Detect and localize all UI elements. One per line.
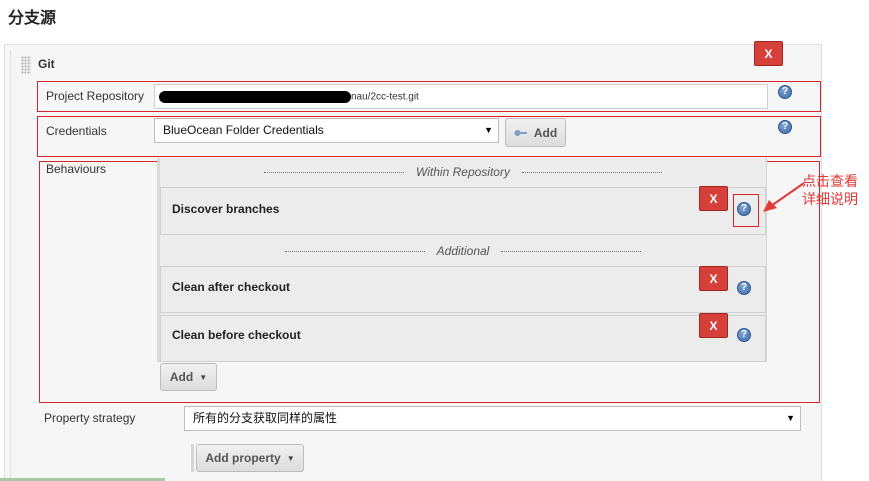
dropdown-arrow-icon: ▼ [786, 413, 795, 423]
behaviours-label: Behaviours [46, 162, 107, 176]
chevron-down-icon: ▼ [286, 453, 295, 463]
panel-divider [10, 50, 11, 481]
credentials-label: Credentials [46, 124, 107, 138]
behaviour-item: Discover branches [160, 187, 766, 235]
add-behaviour-button[interactable]: Add ▼ [160, 363, 217, 391]
credentials-selected-value: BlueOcean Folder Credentials [163, 123, 324, 137]
help-icon[interactable]: ? [778, 120, 792, 134]
page-title: 分支源 [8, 10, 57, 27]
annotation-text: 点击查看 详细说明 [802, 173, 858, 207]
source-type-label: Git [38, 57, 55, 71]
add-property-button[interactable]: Add property ▼ [196, 444, 304, 472]
clean-after-checkout-label: Clean after checkout [172, 280, 291, 294]
add-property-label: Add property [205, 451, 281, 465]
help-icon[interactable]: ? [737, 202, 751, 216]
credentials-select[interactable]: BlueOcean Folder Credentials ▼ [154, 118, 499, 143]
clean-before-checkout-label: Clean before checkout [172, 328, 301, 342]
dropdown-arrow-icon: ▼ [484, 125, 493, 135]
drag-handle-icon[interactable] [21, 56, 31, 74]
redaction-mark [159, 90, 351, 103]
project-repository-input[interactable]: nau/2cc-test.git [154, 84, 768, 109]
delete-source-button[interactable]: X [754, 41, 783, 66]
add-credentials-button[interactable]: Add [505, 118, 566, 147]
help-icon[interactable]: ? [737, 328, 751, 342]
additional-heading: Additional [160, 239, 766, 263]
behaviour-item: Clean after checkout [160, 266, 766, 313]
property-strategy-label: Property strategy [44, 411, 136, 425]
property-strategy-select[interactable]: 所有的分支获取同样的属性 ▼ [184, 406, 801, 431]
help-icon[interactable]: ? [737, 281, 751, 295]
within-repository-heading: Within Repository [160, 160, 766, 184]
delete-clean-before-checkout-button[interactable]: X [699, 313, 728, 338]
project-repository-label: Project Repository [46, 89, 145, 103]
delete-clean-after-checkout-button[interactable]: X [699, 266, 728, 291]
add-behaviour-label: Add [169, 370, 194, 384]
chevron-down-icon: ▼ [199, 372, 208, 382]
discover-branches-label: Discover branches [172, 202, 280, 216]
delete-discover-branches-button[interactable]: X [699, 186, 728, 211]
annotation-arrow-icon [763, 182, 805, 212]
property-strategy-selected-value: 所有的分支获取同样的属性 [193, 411, 338, 425]
help-icon[interactable]: ? [778, 85, 792, 99]
add-credentials-label: Add [533, 125, 558, 140]
behaviour-item: Clean before checkout [160, 315, 766, 362]
add-property-edge [191, 444, 194, 472]
key-icon [514, 129, 528, 137]
project-repository-value: nau/2cc-test.git [351, 91, 419, 103]
